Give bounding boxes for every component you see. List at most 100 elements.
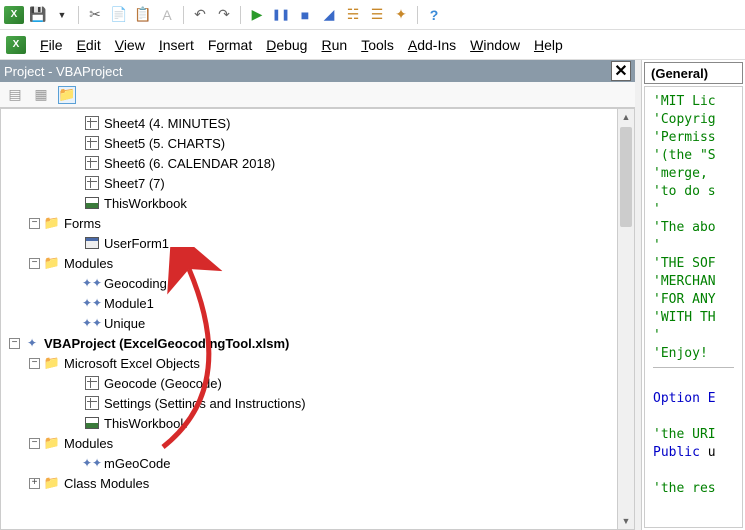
save-icon[interactable]: 💾 bbox=[28, 5, 48, 25]
tree-node-label: Sheet7 (7) bbox=[104, 176, 165, 191]
toolbox-icon[interactable]: ✦ bbox=[391, 5, 411, 25]
code-line: 'MERCHAN bbox=[653, 273, 734, 291]
vbaproject-icon: ✦ bbox=[24, 335, 40, 351]
tree-node[interactable]: −✦ VBAProject (ExcelGeocodingTool.xlsm) bbox=[5, 333, 634, 353]
tree-node-label: Class Modules bbox=[64, 476, 149, 491]
tree-node[interactable]: +📁Class Modules bbox=[5, 473, 634, 493]
undo-icon[interactable]: ↶ bbox=[190, 5, 210, 25]
tree-node-label: Geocoding bbox=[104, 276, 167, 291]
tree-node[interactable]: −📁Modules bbox=[5, 433, 634, 453]
view-code-icon[interactable]: ▤ bbox=[6, 86, 24, 104]
module-icon: ✦✦ bbox=[84, 295, 100, 311]
find-icon[interactable]: A bbox=[157, 5, 177, 25]
expander-icon[interactable]: − bbox=[29, 218, 40, 229]
menu-file[interactable]: File bbox=[40, 37, 63, 53]
copy-icon[interactable]: 📄 bbox=[109, 5, 129, 25]
worksheet-icon bbox=[84, 155, 100, 171]
tree-node[interactable]: Sheet5 (5. CHARTS) bbox=[5, 133, 634, 153]
tree-node-label: Modules bbox=[64, 256, 113, 271]
code-line: 'merge, bbox=[653, 165, 734, 183]
tree-node[interactable]: ThisWorkbook bbox=[5, 193, 634, 213]
expander-icon[interactable]: − bbox=[29, 358, 40, 369]
tree-node[interactable]: ✦✦mGeoCode bbox=[5, 453, 634, 473]
tree-node[interactable]: Settings (Settings and Instructions) bbox=[5, 393, 634, 413]
tree-node[interactable]: Geocode (Geocode) bbox=[5, 373, 634, 393]
menu-run[interactable]: Run bbox=[321, 37, 347, 53]
view-object-icon[interactable]: ▦ bbox=[32, 86, 50, 104]
userform-icon bbox=[84, 235, 100, 251]
project-explorer-icon[interactable]: ☰ bbox=[367, 5, 387, 25]
vertical-scrollbar[interactable]: ▲ ▼ bbox=[617, 109, 634, 529]
main-toolbar: X 💾 ▼ ✂ 📄 📋 A ↶ ↷ ▶ ❚❚ ■ ◢ ☵ ☰ ✦ ? bbox=[0, 0, 745, 30]
scroll-down-icon[interactable]: ▼ bbox=[618, 513, 634, 529]
expander-icon[interactable]: + bbox=[29, 478, 40, 489]
tree-node[interactable]: ✦✦Unique bbox=[5, 313, 634, 333]
excel-icon[interactable]: X bbox=[4, 5, 24, 25]
tree-node-label: Sheet6 (6. CALENDAR 2018) bbox=[104, 156, 275, 171]
scrollbar-thumb[interactable] bbox=[620, 127, 632, 227]
folder-icon: 📁 bbox=[44, 435, 60, 451]
tree-node-label: Geocode (Geocode) bbox=[104, 376, 222, 391]
menu-addins[interactable]: Add-Ins bbox=[408, 37, 456, 53]
tree-node[interactable]: −📁Forms bbox=[5, 213, 634, 233]
tree-node-label: Microsoft Excel Objects bbox=[64, 356, 200, 371]
tree-node[interactable]: UserForm1 bbox=[5, 233, 634, 253]
menu-insert[interactable]: Insert bbox=[159, 37, 194, 53]
scroll-up-icon[interactable]: ▲ bbox=[618, 109, 634, 125]
project-panel-titlebar: Project - VBAProject ✕ bbox=[0, 60, 635, 82]
tree-node[interactable]: Sheet7 (7) bbox=[5, 173, 634, 193]
tree-node[interactable]: ✦✦Module1 bbox=[5, 293, 634, 313]
tree-node-label: Settings (Settings and Instructions) bbox=[104, 396, 306, 411]
pause-icon[interactable]: ❚❚ bbox=[271, 5, 291, 25]
tree-node[interactable]: −📁Modules bbox=[5, 253, 634, 273]
code-line: 'to do s bbox=[653, 183, 734, 201]
code-line bbox=[653, 462, 734, 480]
design-mode-icon[interactable]: ◢ bbox=[319, 5, 339, 25]
toggle-folders-icon[interactable]: 📁 bbox=[58, 86, 76, 104]
toolbar-separator bbox=[240, 6, 241, 24]
redo-icon[interactable]: ↷ bbox=[214, 5, 234, 25]
expander-icon[interactable]: − bbox=[29, 438, 40, 449]
menu-view[interactable]: View bbox=[115, 37, 145, 53]
object-dropdown[interactable]: (General) bbox=[644, 62, 743, 84]
expander-icon[interactable]: − bbox=[9, 338, 20, 349]
menu-debug[interactable]: Debug bbox=[266, 37, 307, 53]
code-line bbox=[653, 408, 734, 426]
menu-help[interactable]: Help bbox=[534, 37, 563, 53]
workbook-icon bbox=[84, 195, 100, 211]
module-icon: ✦✦ bbox=[84, 455, 100, 471]
cut-icon[interactable]: ✂ bbox=[85, 5, 105, 25]
tree-node-label: Sheet5 (5. CHARTS) bbox=[104, 136, 225, 151]
tree-node-label: Forms bbox=[64, 216, 101, 231]
paste-icon[interactable]: 📋 bbox=[133, 5, 153, 25]
tree-node-label: Sheet4 (4. MINUTES) bbox=[104, 116, 230, 131]
code-editor[interactable]: 'MIT Lic'Copyrig'Permiss'(the "S'merge,'… bbox=[644, 86, 743, 528]
stop-icon[interactable]: ■ bbox=[295, 5, 315, 25]
close-icon[interactable]: ✕ bbox=[611, 61, 631, 81]
code-line: 'the res bbox=[653, 480, 734, 498]
menu-window[interactable]: Window bbox=[470, 37, 520, 53]
menu-edit[interactable]: Edit bbox=[77, 37, 101, 53]
project-tree[interactable]: Sheet4 (4. MINUTES) Sheet5 (5. CHARTS) She… bbox=[0, 108, 635, 530]
code-line: 'FOR ANY bbox=[653, 291, 734, 309]
tree-node-label: Unique bbox=[104, 316, 145, 331]
code-line: 'THE SOF bbox=[653, 255, 734, 273]
tree-node[interactable]: ThisWorkbook bbox=[5, 413, 634, 433]
code-line: 'MIT Lic bbox=[653, 93, 734, 111]
code-line: '(the "S bbox=[653, 147, 734, 165]
properties-icon[interactable]: ☵ bbox=[343, 5, 363, 25]
run-icon[interactable]: ▶ bbox=[247, 5, 267, 25]
code-line: Public u bbox=[653, 444, 734, 462]
dropdown-icon[interactable]: ▼ bbox=[52, 5, 72, 25]
project-explorer-panel: Project - VBAProject ✕ ▤ ▦ 📁 Sheet4 (4. … bbox=[0, 60, 635, 530]
tree-node[interactable]: −📁Microsoft Excel Objects bbox=[5, 353, 634, 373]
menu-tools[interactable]: Tools bbox=[361, 37, 394, 53]
expander-icon[interactable]: − bbox=[29, 258, 40, 269]
tree-node[interactable]: Sheet4 (4. MINUTES) bbox=[5, 113, 634, 133]
menu-format[interactable]: Format bbox=[208, 37, 252, 53]
help-icon[interactable]: ? bbox=[424, 5, 444, 25]
tree-node-label: VBAProject (ExcelGeocodingTool.xlsm) bbox=[44, 336, 289, 351]
code-line: 'the URI bbox=[653, 426, 734, 444]
tree-node[interactable]: Sheet6 (6. CALENDAR 2018) bbox=[5, 153, 634, 173]
tree-node[interactable]: ✦✦Geocoding bbox=[5, 273, 634, 293]
